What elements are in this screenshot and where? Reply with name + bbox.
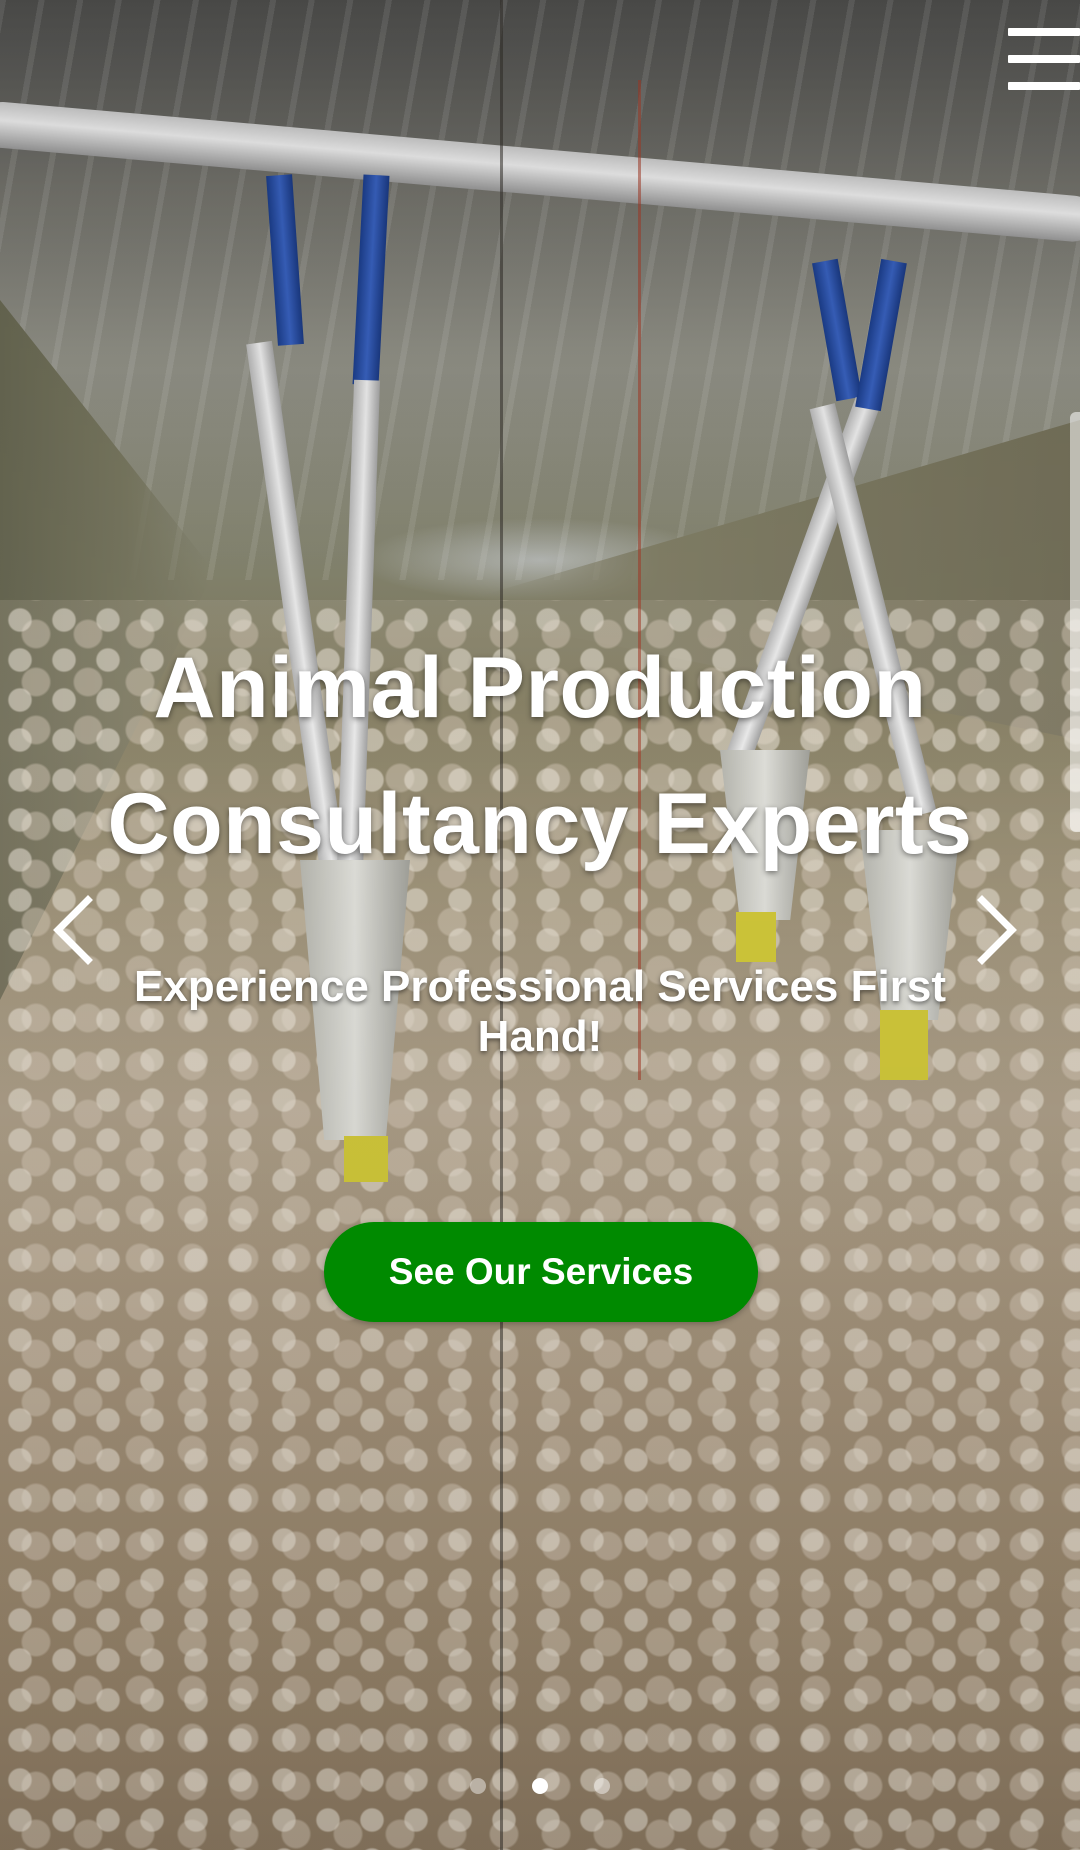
hero-subtitle: Experience Professional Services First H… xyxy=(134,962,946,1061)
carousel-dot-1[interactable] xyxy=(470,1778,486,1794)
menu-bar xyxy=(1008,28,1080,36)
hero-section: Animal Production Consultancy Experts Ex… xyxy=(0,0,1080,1850)
menu-bar xyxy=(1008,82,1080,90)
carousel-prev-button[interactable] xyxy=(44,890,104,970)
hamburger-menu-icon[interactable] xyxy=(1008,28,1080,90)
menu-bar xyxy=(1008,55,1080,63)
see-our-services-button[interactable]: See Our Services xyxy=(324,1222,758,1322)
photo-overlay xyxy=(0,0,1080,1850)
carousel-indicators xyxy=(0,1778,1080,1794)
hero-title: Animal Production Consultancy Experts xyxy=(0,620,1080,892)
hero-title-line1: Animal Production xyxy=(153,640,927,736)
carousel-dot-2[interactable] xyxy=(532,1778,548,1794)
chevron-right-icon xyxy=(977,895,1017,965)
hero-title-line2: Consultancy Experts xyxy=(107,776,973,872)
chevron-left-icon xyxy=(53,895,93,965)
hero-background-photo xyxy=(0,0,1080,1850)
carousel-next-button[interactable] xyxy=(966,890,1026,970)
carousel-dot-3[interactable] xyxy=(594,1778,610,1794)
